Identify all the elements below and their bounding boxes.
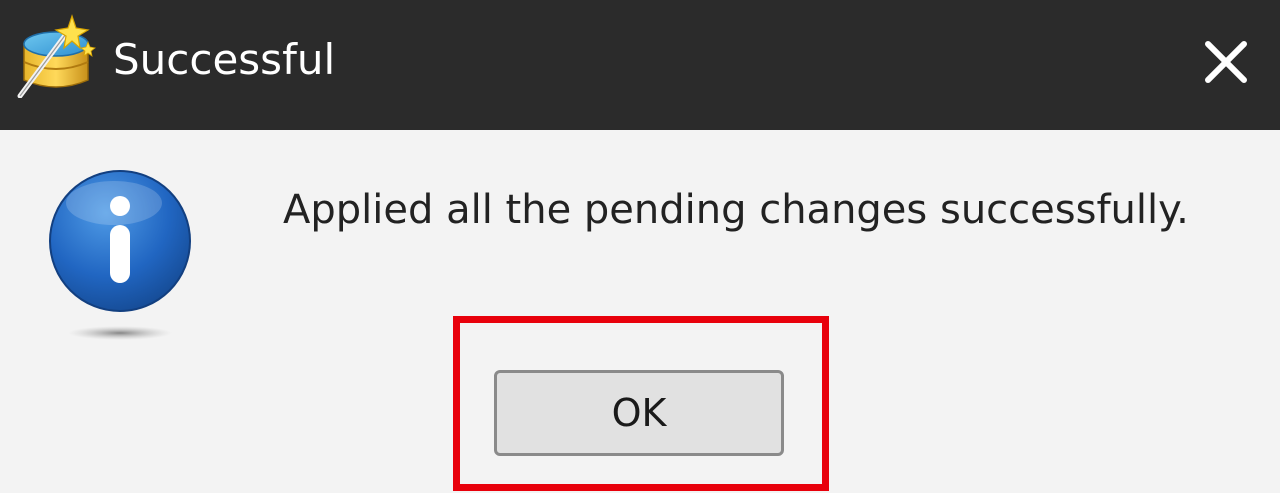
ok-button[interactable]: OK (494, 370, 784, 456)
close-icon (1205, 41, 1247, 83)
close-button[interactable] (1180, 16, 1272, 108)
success-dialog: Successful Applied all the pending chang… (0, 0, 1280, 493)
dialog-message: Applied all the pending changes successf… (283, 187, 1189, 233)
title-bar[interactable]: Successful (0, 0, 1280, 130)
dialog-title: Successful (113, 35, 336, 84)
info-icon (49, 170, 191, 340)
database-wand-icon (17, 14, 96, 98)
